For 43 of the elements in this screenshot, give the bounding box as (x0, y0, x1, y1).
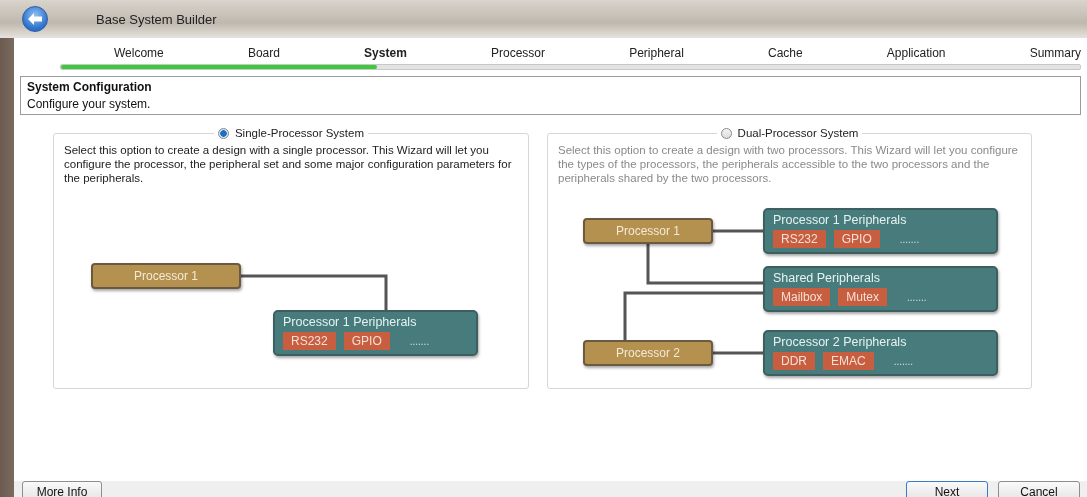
radio-label[interactable]: Single-Processor System (234, 127, 365, 139)
radio-button[interactable] (217, 127, 229, 139)
back-button[interactable] (22, 6, 48, 32)
peripherals-title: Processor 1 Peripherals (773, 213, 908, 227)
processor-node: Processor 1 (91, 263, 241, 289)
peripheral-chip: DDR (773, 352, 815, 370)
ellipsis-text: ....... (893, 355, 914, 367)
ellipsis-text: ....... (907, 291, 927, 303)
peripheral-chip: GPIO (343, 332, 390, 350)
connector-line (713, 351, 763, 355)
window-title: Base System Builder (96, 11, 217, 27)
processor-node: Processor 1 (583, 218, 713, 244)
more-info-button[interactable]: More Info (22, 481, 102, 497)
connector-line (713, 229, 763, 233)
peripheral-chip: Mutex (838, 288, 888, 306)
peripherals-title: Processor 1 Peripherals (283, 315, 418, 329)
footer-button[interactable]: Next (906, 481, 988, 497)
footer-button[interactable]: Cancel (998, 481, 1080, 497)
option-description: Select this option to create a design with a single processor. This Wizard will let you configure the processor, the peripheral set and some major configuration parameters for the peripherals. (64, 143, 513, 185)
wizard-step-tab[interactable]: Application (886, 46, 946, 60)
peripheral-chip: EMAC (823, 352, 874, 370)
wizard-step-tab[interactable]: Board (247, 46, 280, 60)
wizard-step-tab[interactable]: Welcome (114, 46, 164, 60)
ellipsis-text: ....... (409, 335, 430, 347)
radio-label[interactable]: Dual-Processor System (737, 127, 859, 139)
wizard-step-tab[interactable]: Processor (490, 46, 545, 60)
section-title: System Configuration (27, 80, 153, 94)
peripheral-chip: RS232 (283, 332, 336, 350)
radio-button[interactable] (720, 127, 732, 139)
section-subtitle: Configure your system. (27, 97, 152, 111)
peripherals-title: Shared Peripherals (773, 271, 881, 285)
wizard-step-tab[interactable]: System (364, 46, 407, 60)
option-description: Select this option to create a design with two processors. This Wizard will let you configure the types of the processors, the peripherals accessible to the two processors and the peripherals shared by the two processors. (558, 143, 1019, 185)
peripherals-title: Processor 2 Peripherals (773, 335, 908, 349)
left-arrow-icon (27, 12, 43, 26)
wizard-step-tab[interactable]: Summary (1029, 46, 1081, 60)
peripheral-chip: Mailbox (773, 288, 831, 306)
peripheral-chip: RS232 (773, 230, 826, 248)
ellipsis-text: ....... (899, 233, 920, 245)
wizard-step-tab[interactable]: Cache (767, 46, 803, 60)
wizard-step-tab[interactable]: Peripheral (629, 46, 684, 60)
processor-node: Processor 2 (583, 340, 713, 366)
peripheral-chip: GPIO (833, 230, 880, 248)
